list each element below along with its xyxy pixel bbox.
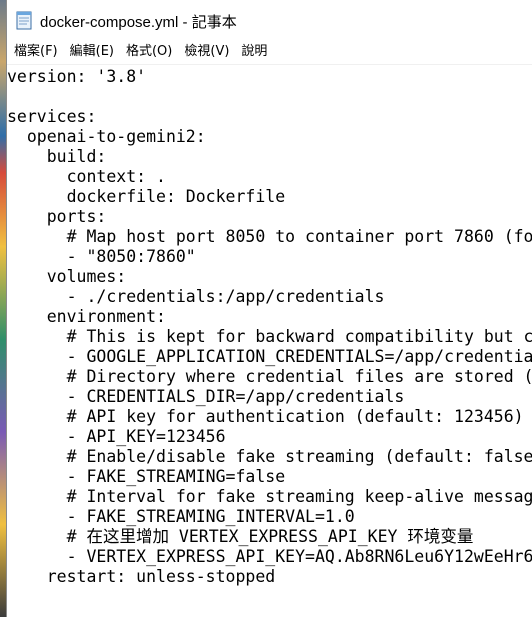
- code-line: # Directory where credential files are s…: [7, 367, 532, 386]
- code-line: - API_KEY=123456: [7, 427, 226, 446]
- code-line: # Enable/disable fake streaming (default…: [7, 447, 532, 466]
- menu-edit[interactable]: 編輯(E): [64, 41, 120, 63]
- code-line: build:: [7, 147, 107, 166]
- code-line: ports:: [7, 207, 107, 226]
- menu-view[interactable]: 檢視(V): [178, 41, 235, 63]
- menu-help[interactable]: 說明: [235, 41, 273, 63]
- code-line: context: .: [7, 167, 166, 186]
- notepad-window: docker-compose.yml - 記事本 檔案(F) 編輯(E) 格式(…: [6, 0, 532, 617]
- code-line: # Interval for fake streaming keep-alive…: [7, 487, 532, 506]
- code-line: # Map host port 8050 to container port 7…: [7, 227, 532, 246]
- code-line: # API key for authentication (default: 1…: [7, 407, 524, 426]
- code-line: dockerfile: Dockerfile: [7, 187, 286, 206]
- code-line: - CREDENTIALS_DIR=/app/credentials: [7, 387, 405, 406]
- code-line: - "8050:7860": [7, 247, 196, 266]
- code-line: - FAKE_STREAMING_INTERVAL=1.0: [7, 507, 355, 526]
- code-line: # This is kept for backward compatibilit…: [7, 327, 532, 346]
- title-bar[interactable]: docker-compose.yml - 記事本: [7, 0, 532, 40]
- menu-file[interactable]: 檔案(F): [7, 41, 64, 63]
- code-line: services:: [7, 107, 97, 126]
- code-line: restart: unless-stopped: [7, 567, 276, 586]
- code-line: version: '3.8': [7, 67, 147, 86]
- notepad-icon: [16, 11, 32, 30]
- code-line: - FAKE_STREAMING=false: [7, 467, 286, 486]
- code-line: environment:: [7, 307, 166, 326]
- menu-format[interactable]: 格式(O): [120, 41, 178, 63]
- code-line: volumes:: [7, 267, 127, 286]
- window-title: docker-compose.yml - 記事本: [40, 14, 237, 31]
- code-line: # 在这里增加 VERTEX_EXPRESS_API_KEY 环境变量: [7, 527, 474, 546]
- text-editor-area[interactable]: version: '3.8' services: openai-to-gemin…: [7, 65, 532, 617]
- code-line: - ./credentials:/app/credentials: [7, 287, 385, 306]
- menu-bar: 檔案(F) 編輯(E) 格式(O) 檢視(V) 說明: [7, 40, 532, 65]
- code-line: - VERTEX_EXPRESS_API_KEY=AQ.Ab8RN6Leu6Y1…: [7, 547, 532, 566]
- code-line: - GOOGLE_APPLICATION_CREDENTIALS=/app/cr…: [7, 347, 532, 366]
- code-line: openai-to-gemini2:: [7, 127, 206, 146]
